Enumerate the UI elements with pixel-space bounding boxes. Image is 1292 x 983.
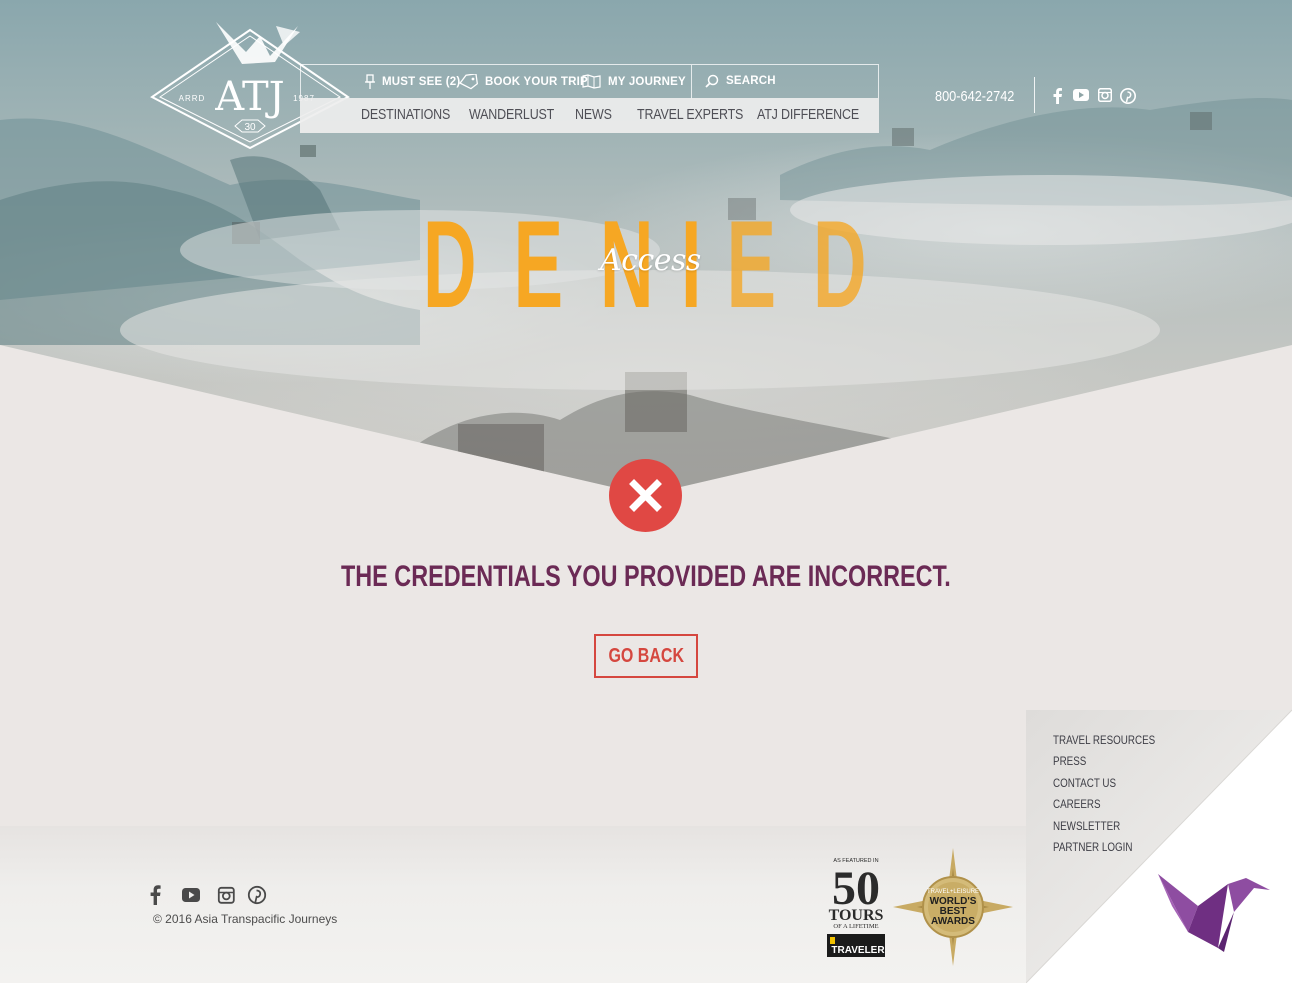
50-tours-badge: AS FEATURED IN 50 TOURS OF A LIFETIME TR… [827, 858, 885, 957]
phone-number[interactable]: 800-642-2742 [935, 88, 1014, 105]
search-label: SEARCH [726, 75, 776, 87]
pinterest-icon[interactable] [247, 885, 267, 905]
search-button[interactable]: SEARCH [705, 74, 776, 88]
tag-icon [459, 74, 478, 90]
pinterest-icon[interactable] [1120, 88, 1136, 109]
nav-wanderlust[interactable]: WANDERLUST [469, 107, 554, 123]
go-back-button[interactable]: GO BACK [594, 634, 698, 678]
denied-letter: D [422, 196, 477, 334]
copyright-text: © 2016 Asia Transpacific Journeys [153, 912, 338, 926]
denied-letter: D [813, 196, 868, 334]
footer-link-careers[interactable]: CAREERS [1053, 797, 1155, 818]
pin-icon [365, 74, 375, 89]
youtube-icon[interactable] [182, 888, 200, 902]
facebook-icon[interactable] [1053, 88, 1062, 109]
svg-text:30: 30 [244, 122, 256, 133]
worlds-best-awards-badge: TRAVEL+LEISURE WORLD'S BEST AWARDS [893, 848, 1013, 966]
denied-letter: E [726, 196, 777, 334]
search-icon [705, 74, 719, 88]
my-journey-link[interactable]: MY JOURNEY [582, 74, 686, 89]
instagram-icon[interactable] [1097, 87, 1113, 107]
svg-text:OF A LIFETIME: OF A LIFETIME [833, 923, 878, 930]
error-icon [609, 459, 682, 532]
main-nav: DESTINATIONS WANDERLUST NEWS TRAVEL EXPE… [300, 98, 879, 133]
must-see-link[interactable]: MUST SEE (2) [365, 74, 460, 90]
nav-news[interactable]: NEWS [575, 107, 612, 123]
footer-link-newsletter[interactable]: NEWSLETTER [1053, 819, 1155, 840]
book-your-trip-label: BOOK YOUR TRIP [485, 76, 588, 88]
footer-link-travel-resources[interactable]: TRAVEL RESOURCES [1053, 733, 1155, 754]
utility-nav: MUST SEE (2) BOOK YOUR TRIP MY JOURNEY S… [300, 64, 879, 99]
svg-text:TRAVELER: TRAVELER [831, 945, 885, 956]
facebook-icon[interactable] [150, 885, 161, 905]
svg-text:TRAVEL+LEISURE: TRAVEL+LEISURE [927, 889, 979, 895]
nav-divider [691, 65, 692, 99]
book-your-trip-link[interactable]: BOOK YOUR TRIP [459, 74, 588, 90]
crane-icon [1158, 874, 1270, 952]
instagram-icon[interactable] [217, 886, 235, 904]
footer-link-press[interactable]: PRESS [1053, 754, 1155, 775]
nav-travel-experts[interactable]: TRAVEL EXPERTS [637, 107, 743, 123]
my-journey-label: MY JOURNEY [608, 75, 686, 88]
error-message: THE CREDENTIALS YOU PROVIDED ARE INCORRE… [341, 560, 951, 593]
denied-letter: E [513, 196, 564, 334]
access-overlay-text: Access [600, 243, 701, 278]
close-icon [629, 479, 662, 512]
logo-wordmark: ATJ [214, 74, 284, 120]
footer-link-contact-us[interactable]: CONTACT US [1053, 776, 1155, 797]
youtube-icon[interactable] [1073, 88, 1089, 107]
must-see-label: MUST SEE (2) [382, 76, 461, 88]
footer-link-partner-login[interactable]: PARTNER LOGIN [1053, 840, 1155, 861]
footer-social-icons [150, 885, 267, 905]
footer-links: TRAVEL RESOURCES PRESS CONTACT US CAREER… [1053, 733, 1178, 861]
svg-text:ARRD: ARRD [179, 94, 206, 103]
nav-destinations[interactable]: DESTINATIONS [361, 107, 450, 123]
map-icon [582, 74, 601, 89]
nav-atj-difference[interactable]: ATJ DIFFERENCE [757, 107, 859, 123]
header-divider [1034, 77, 1035, 113]
svg-text:AWARDS: AWARDS [931, 916, 975, 927]
svg-text:TOURS: TOURS [829, 907, 884, 924]
